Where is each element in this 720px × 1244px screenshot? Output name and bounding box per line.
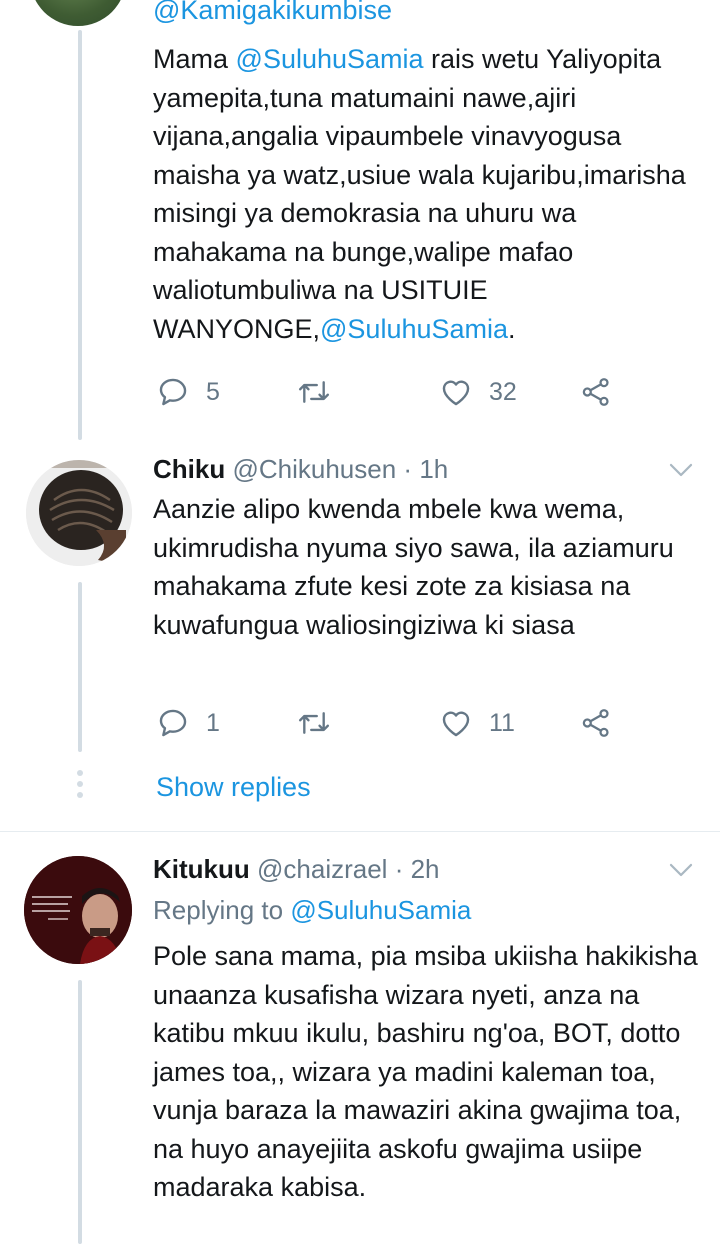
replying-to-mention[interactable]: @SuluhuSamia [290,895,471,925]
timestamp[interactable]: 2h [411,854,440,884]
retweet-button[interactable] [296,372,332,412]
like-icon [439,375,473,409]
tweet-text-container: Aanzie alipo kwenda mbele kwa wema, ukim… [153,490,708,644]
user-handle[interactable]: @chaizrael [257,854,387,884]
tweet-text-container: Mama @SuluhuSamia rais wetu Yaliyopita y… [153,40,708,348]
separator-dot: · [403,454,413,484]
retweet-icon [296,375,332,409]
avatar[interactable] [26,460,132,566]
thread-line [78,30,82,440]
tweet-actions: 1 11 [156,703,626,743]
text-segment: . [508,313,516,344]
thread-dot [77,792,83,798]
display-name[interactable]: Chiku [153,454,225,484]
like-icon [439,706,473,740]
reply-icon [156,375,190,409]
reply-count: 5 [206,377,220,406]
tweet-text: Pole sana mama, pia msiba ukiisha hakiki… [153,941,698,1202]
thread-line [78,980,82,1244]
retweet-icon [296,706,332,740]
timestamp[interactable]: 1h [419,454,448,484]
thread-dot [77,770,83,776]
share-icon [580,375,612,409]
reply-count: 1 [206,708,220,737]
display-name[interactable]: Kitukuu [153,854,250,884]
avatar[interactable] [30,0,126,26]
reply-handle-partial[interactable]: @Kamigakikumbise [153,0,392,28]
share-button[interactable] [580,372,612,412]
avatar[interactable] [24,856,132,964]
share-icon [580,706,612,740]
text-segment: Mama [153,44,236,74]
reply-button[interactable]: 5 [156,372,220,412]
tweet-header: Chiku @Chikuhusen · 1h [153,452,448,486]
reply-button[interactable]: 1 [156,703,220,743]
chevron-down-icon[interactable] [666,455,696,485]
mention-link[interactable]: @SuluhuSamia [320,314,508,344]
divider [0,831,720,832]
like-button[interactable]: 11 [439,703,515,743]
user-handle[interactable]: @Chikuhusen [232,454,396,484]
like-count: 32 [489,377,517,406]
chevron-down-icon[interactable] [666,855,696,885]
like-button[interactable]: 32 [439,372,517,412]
retweet-button[interactable] [296,703,332,743]
like-count: 11 [489,708,515,737]
separator-dot: · [394,854,404,884]
replying-to-line: Replying to @SuluhuSamia [153,893,471,927]
tweet-text-container: Pole sana mama, pia msiba ukiisha hakiki… [153,937,708,1207]
share-button[interactable] [580,703,612,743]
show-replies-link[interactable]: Show replies [156,769,311,805]
text-segment: rais wetu Yaliyopita yamepita,tuna matum… [153,44,686,344]
tweet-actions: 5 32 [156,372,626,412]
tweet-text: Aanzie alipo kwenda mbele kwa wema, ukim… [153,494,674,640]
thread-dot [77,781,83,787]
thread-line [78,582,82,752]
tweet-header: Kitukuu @chaizrael · 2h [153,852,440,886]
reply-icon [156,706,190,740]
mention-link[interactable]: @SuluhuSamia [236,44,424,74]
replying-to-prefix: Replying to [153,895,291,925]
tweet-text: Mama @SuluhuSamia rais wetu Yaliyopita y… [153,40,708,348]
